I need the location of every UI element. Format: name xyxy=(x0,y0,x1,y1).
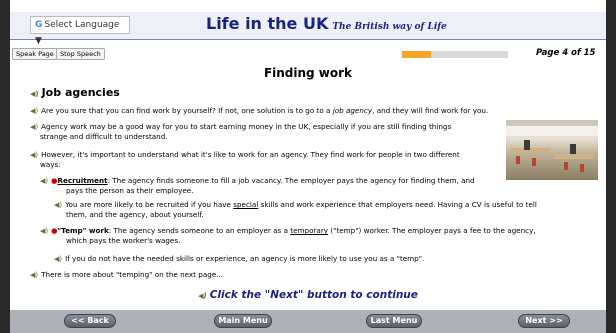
paragraph-1: ◀) Are you sure that you can find work by… xyxy=(30,106,600,116)
temp-line-1-end: ("temp") worker. The employer pays a fee… xyxy=(328,226,536,235)
speaker-icon[interactable]: ◀) xyxy=(54,200,62,210)
page-counter: Page 4 of 15 xyxy=(536,48,596,58)
next-hint: ◀) Click the "Next" button to continue xyxy=(10,289,606,301)
more-info-text: There is more about "temping" on the nex… xyxy=(41,270,224,279)
language-select[interactable]: G Select Language ▼ xyxy=(30,16,130,46)
progress-bar xyxy=(402,51,508,58)
p2-line-2: strange and difficult to understand. xyxy=(40,132,168,141)
recruitment-note-line-2: them, and the agency, about yourself. xyxy=(66,210,204,219)
back-button[interactable]: << Back xyxy=(64,314,116,328)
speaker-icon[interactable]: ◀) xyxy=(30,150,38,160)
recruitment-line-2: pays the person as their employee. xyxy=(66,186,194,195)
speaker-icon[interactable]: ◀) xyxy=(30,270,38,280)
speaker-icon[interactable]: ◀) xyxy=(40,176,48,186)
p1-emphasis: job agency xyxy=(332,106,373,115)
p3-line-2: ways: xyxy=(40,160,61,169)
site-tagline: The British way of Life xyxy=(332,22,447,32)
p2-line-1: Agency work may be a good way for you to… xyxy=(41,122,452,131)
speaker-icon[interactable]: ◀) xyxy=(40,226,48,236)
recruitment-note-text: You are more likely to be recruited if y… xyxy=(65,200,234,209)
speaker-icon[interactable]: ◀) xyxy=(30,90,39,98)
paragraph-3: ◀) However, it's important to understand … xyxy=(30,150,500,170)
last-menu-button[interactable]: Last Menu xyxy=(366,314,422,328)
section-heading-text: Job agencies xyxy=(41,86,120,99)
stop-speech-button[interactable]: Stop Speech xyxy=(56,48,105,60)
temp-term: "Temp" work xyxy=(57,226,109,235)
speaker-icon[interactable]: ◀) xyxy=(30,122,38,132)
temp-note: ◀) If you do not have the needed skills o… xyxy=(54,254,604,264)
more-info: ◀) There is more about "temping" on the n… xyxy=(30,270,590,280)
temp-note-text: If you do not have the needed skills or … xyxy=(65,254,425,263)
dropdown-arrow-icon: ▼ xyxy=(35,36,42,46)
language-label: Select Language xyxy=(44,20,120,30)
site-title-text: Life in the UK xyxy=(206,14,329,33)
recruitment-note-text-2: skills and work experience that employer… xyxy=(258,200,537,209)
recruitment-term: Recruitment xyxy=(57,176,108,185)
speaker-icon[interactable]: ◀) xyxy=(54,254,62,264)
p1-text: Are you sure that you can find work by y… xyxy=(41,106,333,115)
page: G Select Language ▼ Life in the UK The Bri… xyxy=(10,0,606,333)
recruitment-note: ◀) You are more likely to be recruited if… xyxy=(54,200,604,220)
p3-line-1: However, it's important to understand wh… xyxy=(41,150,460,159)
section-heading: ◀) Job agencies xyxy=(30,86,120,99)
google-icon: G xyxy=(35,20,43,30)
speaker-icon[interactable]: ◀) xyxy=(198,292,207,300)
progress-fill xyxy=(402,51,431,58)
next-hint-text: Click the "Next" button to continue xyxy=(209,289,418,301)
speak-page-button[interactable]: Speak Page xyxy=(12,48,58,60)
main-menu-button[interactable]: Main Menu xyxy=(214,314,272,328)
paragraph-2: ◀) Agency work may be a good way for you … xyxy=(30,122,500,142)
temp-line-1: : The agency sends someone to an employe… xyxy=(108,226,291,235)
speaker-icon[interactable]: ◀) xyxy=(30,106,38,116)
page-title: Finding work xyxy=(263,66,353,80)
office-photo xyxy=(506,120,598,180)
p1-text-end: , and they will find work for you. xyxy=(372,106,489,115)
special-link[interactable]: special xyxy=(233,200,258,209)
temp-item: ◀) ●"Temp" work: The agency sends someone… xyxy=(40,226,602,246)
recruitment-item: ◀) ●Recruitment: The agency finds someone… xyxy=(40,176,502,196)
toolbar: Speak Page Stop Speech Page 4 of 15 xyxy=(10,48,606,62)
temp-line-2: which pays the worker's wages. xyxy=(66,236,181,245)
temporary-link[interactable]: temporary xyxy=(290,226,328,235)
recruitment-line-1: : The agency finds someone to fill a job… xyxy=(107,176,475,185)
header: G Select Language ▼ Life in the UK The Bri… xyxy=(10,12,606,46)
site-title: Life in the UK The British way of Life xyxy=(206,14,447,33)
next-button[interactable]: Next >> xyxy=(518,314,570,328)
